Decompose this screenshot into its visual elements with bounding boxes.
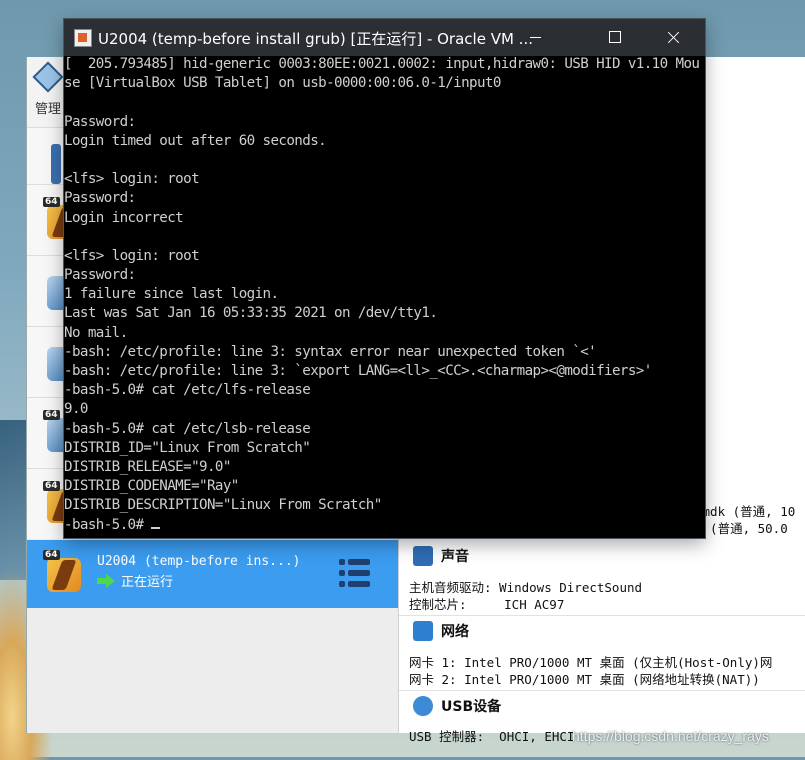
console-line: DISTRIB_DESCRIPTION="Linux From Scratch" — [64, 497, 382, 514]
console-line: DISTRIB_RELEASE="9.0" — [64, 458, 231, 475]
network-adapter-2-row: 网卡 2: Intel PRO/1000 MT 桌面 (网络地址转换(NAT)) — [409, 672, 760, 687]
console-line: Password: — [64, 113, 136, 130]
console-line: -bash: /etc/profile: line 3: syntax erro… — [64, 343, 597, 360]
console-line: <lfs> login: root — [64, 247, 200, 264]
console-line: 9.0 — [64, 401, 88, 418]
minimize-button[interactable] — [504, 19, 562, 56]
console-line: Login incorrect — [64, 209, 184, 226]
vm-os-icon: 64 — [43, 550, 85, 594]
console-line: Last was Sat Jan 16 05:33:35 2021 on /de… — [64, 305, 438, 322]
speaker-icon — [413, 546, 433, 566]
details-pane: 声音 主机音频驱动: Windows DirectSound 控制芯片: ICH… — [399, 540, 805, 744]
running-arrow-icon — [97, 573, 115, 589]
console-line: DISTRIB_CODENAME="Ray" — [64, 478, 239, 495]
console-line: -bash: /etc/profile: line 3: `export LAN… — [64, 363, 652, 379]
virtualbox-logo-icon — [32, 61, 64, 93]
console-line: Login timed out after 60 seconds. — [64, 132, 327, 149]
console-line: Password: — [64, 267, 136, 284]
network-section-title[interactable]: 网络 — [413, 621, 469, 641]
console-line: Password: — [64, 190, 136, 207]
vm-list-item-selected[interactable]: 64 U2004 (temp-before ins...) 正在运行 — [27, 540, 398, 608]
audio-controller-row: 控制芯片: ICH AC97 — [409, 597, 565, 612]
watermark-text: https://blog.csdn.net/crazy_rays — [572, 728, 769, 744]
console-line: DISTRIB_ID="Linux From Scratch" — [64, 439, 311, 456]
network-icon — [413, 621, 433, 641]
console-line: [ 205.793485] hid-generic 0003:80EE:0021… — [64, 56, 700, 72]
virtualbox-app-icon — [74, 29, 92, 47]
vm-state: 正在运行 — [97, 571, 173, 590]
storage-info-clipped: k (普通, 50.0 — [695, 521, 788, 536]
console-line: 1 failure since last login. — [64, 286, 279, 303]
vm-name: U2004 (temp-before ins...) — [97, 554, 301, 569]
window-title: U2004 (temp-before install grub) [正在运行] … — [98, 30, 533, 48]
text-cursor — [151, 526, 161, 529]
usb-controller-row: USB 控制器: OHCI, EHCI — [409, 729, 575, 744]
console-line: No mail. — [64, 324, 128, 341]
maximize-button[interactable] — [584, 19, 642, 56]
vm-menu-icon[interactable] — [339, 556, 371, 590]
console-line: -bash-5.0# cat /etc/lfs-release — [64, 382, 311, 399]
vm-console-window: U2004 (temp-before install grub) [正在运行] … — [64, 19, 705, 538]
audio-section-title[interactable]: 声音 — [413, 546, 469, 566]
console-line: -bash-5.0# cat /etc/lsb-release — [64, 420, 311, 437]
console-line: <lfs> login: root — [64, 171, 200, 188]
close-button[interactable] — [644, 19, 702, 56]
title-bar[interactable]: U2004 (temp-before install grub) [正在运行] … — [64, 19, 705, 56]
usb-icon — [413, 696, 433, 716]
console-line: se [VirtualBox USB Tablet] on usb-0000:0… — [64, 75, 501, 92]
terminal-console[interactable]: [ 205.793485] hid-generic 0003:80EE:0021… — [64, 56, 705, 538]
usb-section-title[interactable]: USB设备 — [413, 696, 501, 716]
tools-label: 管理 — [35, 102, 62, 117]
vm-state-label: 正在运行 — [121, 575, 174, 590]
console-line: -bash-5.0# — [64, 517, 705, 536]
